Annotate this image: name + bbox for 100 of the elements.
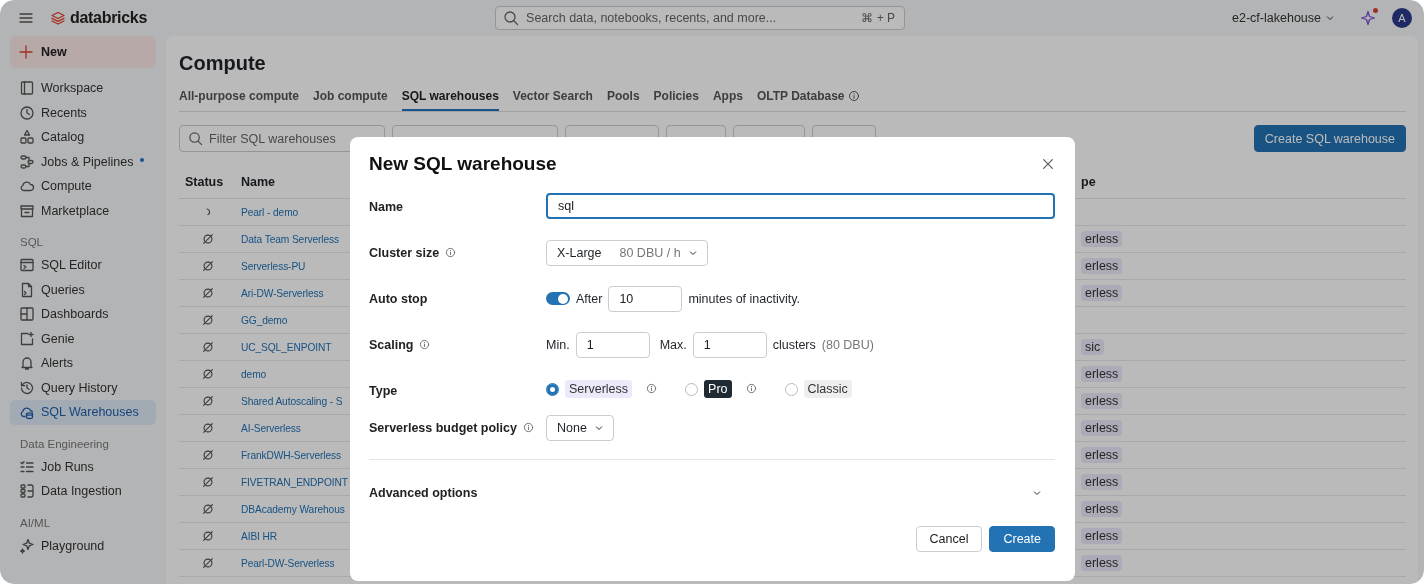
field-label: Type (369, 384, 398, 398)
field-label: Scaling (369, 338, 414, 352)
tab[interactable]: Apps (712, 89, 743, 111)
info-icon (445, 247, 457, 258)
warehouse-link[interactable]: UC_SQL_ENPOINT (241, 341, 332, 353)
warehouse-link[interactable]: Data Team Serverless (241, 233, 340, 245)
warehouse-link[interactable]: GG_demo (241, 314, 288, 326)
tab[interactable]: SQL warehouses (401, 89, 499, 111)
advanced-options-toggle[interactable]: Advanced options (369, 460, 1055, 526)
panel-icon (19, 80, 35, 97)
section-heading: AI/ML (19, 515, 52, 531)
new-button[interactable]: New (10, 36, 156, 68)
sidebar-item[interactable]: Workspace (10, 76, 156, 101)
filter-field[interactable]: Filter SQL warehouses (179, 125, 385, 152)
stopped-icon (201, 259, 215, 273)
type-tag: erless (1081, 420, 1123, 436)
stopped-icon (201, 340, 215, 354)
min-clusters-field[interactable]: 1 (575, 332, 650, 358)
stopped-icon (201, 232, 215, 246)
type-option[interactable]: Classic (803, 380, 852, 398)
type-option[interactable]: Serverless (565, 380, 633, 398)
sidebar-item[interactable]: SQL Editor (10, 253, 156, 278)
sidebar-item[interactable]: Jobs & Pipelines (10, 149, 156, 174)
create-warehouse-button[interactable]: Create SQL warehouse (1253, 125, 1406, 152)
tab[interactable]: Policies (653, 89, 699, 111)
info-icon (419, 339, 431, 350)
type-tag: erless (1081, 285, 1123, 301)
toggle-switch[interactable] (546, 292, 570, 305)
warehouse-link[interactable]: AIBI HR (241, 530, 278, 542)
stopped-icon (201, 448, 215, 462)
sidebar-item[interactable]: Genie (10, 326, 156, 351)
sidebar-item[interactable]: Query History (10, 375, 156, 400)
shortcut-hint: ⌘ + P (861, 11, 896, 25)
field-label: Cluster size (369, 246, 440, 260)
cancel-button[interactable]: Cancel (915, 526, 983, 552)
warehouse-link[interactable]: demo (241, 368, 267, 380)
field-label: Serverless budget policy (369, 421, 517, 435)
sparkle-icon (1360, 10, 1376, 26)
workflow-icon (19, 153, 35, 170)
warehouse-link[interactable]: Serverless-PU (241, 260, 306, 272)
cluster-size-dropdown[interactable]: X-Large 80 DBU / h (546, 240, 708, 266)
bell-icon (19, 355, 35, 372)
warehouse-link[interactable]: FrankDWH-Serverless (241, 449, 341, 461)
sidebar-item[interactable]: SQL Warehouses (10, 400, 156, 425)
section-heading: Data Engineering (19, 436, 110, 452)
user-avatar[interactable]: A (1392, 8, 1412, 28)
warehouse-link[interactable]: AI-Serverless (241, 422, 301, 434)
sidebar-item[interactable]: Catalog (10, 125, 156, 150)
field-text: (80 DBU) (821, 337, 874, 354)
type-tag: erless (1081, 555, 1123, 571)
warehouse-link[interactable]: Ari-DW-Serverless (241, 287, 324, 299)
tab[interactable]: Vector Search (512, 89, 593, 111)
tab[interactable]: All-purpose compute (179, 89, 299, 111)
sparkle-icon (19, 537, 35, 554)
stopped-icon (201, 529, 215, 543)
blocks-icon (19, 483, 35, 500)
warehouse-link[interactable]: Pearl - demo (241, 206, 299, 218)
type-tag: erless (1081, 528, 1123, 544)
type-tag: erless (1081, 501, 1123, 517)
sidebar-item[interactable]: Job Runs (10, 454, 156, 479)
type-option[interactable]: Pro (704, 380, 732, 398)
search-icon (503, 10, 520, 26)
sidebar-item[interactable]: Dashboards (10, 302, 156, 327)
name-field[interactable]: sql (546, 193, 1055, 219)
sidebar-item[interactable]: Data Ingestion (10, 479, 156, 504)
type-tag: erless (1081, 366, 1123, 382)
max-clusters-field[interactable]: 1 (692, 332, 767, 358)
plus-icon (18, 44, 34, 60)
sidebar-item[interactable]: Alerts (10, 351, 156, 376)
sidebar-item[interactable]: Recents (10, 100, 156, 125)
tab[interactable]: OLTP Database (756, 89, 860, 111)
tab[interactable]: Pools (606, 89, 640, 111)
warehouse-link[interactable]: FIVETRAN_ENDPOINT (241, 476, 348, 488)
type-tag: erless (1081, 393, 1123, 409)
warehouse-link[interactable]: Shared Autoscaling - S (241, 395, 343, 407)
minutes-field[interactable]: 10 (608, 286, 683, 312)
cloud-icon (19, 404, 35, 421)
type-tag: erless (1081, 231, 1123, 247)
document-icon (19, 281, 35, 298)
sidebar-item[interactable]: Playground (10, 533, 156, 558)
tab[interactable]: Job compute (313, 89, 388, 111)
chat-icon (19, 330, 35, 347)
sidebar-item[interactable]: Compute (10, 174, 156, 199)
page-title: Compute (179, 52, 267, 75)
workspace-switcher[interactable]: e2-cf-lakehouse (1232, 11, 1336, 25)
create-button[interactable]: Create (989, 526, 1055, 552)
stopped-icon (201, 502, 215, 516)
sidebar-item[interactable]: Queries (10, 277, 156, 302)
warehouse-link[interactable]: DBAcademy Warehous (241, 503, 345, 515)
field-text: After (576, 291, 603, 308)
type-tag: erless (1081, 447, 1123, 463)
clock-icon (19, 104, 35, 121)
stopped-icon (201, 475, 215, 489)
stopped-icon (201, 313, 215, 327)
stopped-icon (201, 556, 215, 570)
layers-icon (50, 10, 66, 26)
budget-policy-dropdown[interactable]: None (546, 415, 614, 441)
sidebar-item[interactable]: Marketplace (10, 198, 156, 223)
radio-button[interactable] (546, 383, 559, 396)
warehouse-link[interactable]: Pearl-DW-Serverless (241, 557, 335, 569)
